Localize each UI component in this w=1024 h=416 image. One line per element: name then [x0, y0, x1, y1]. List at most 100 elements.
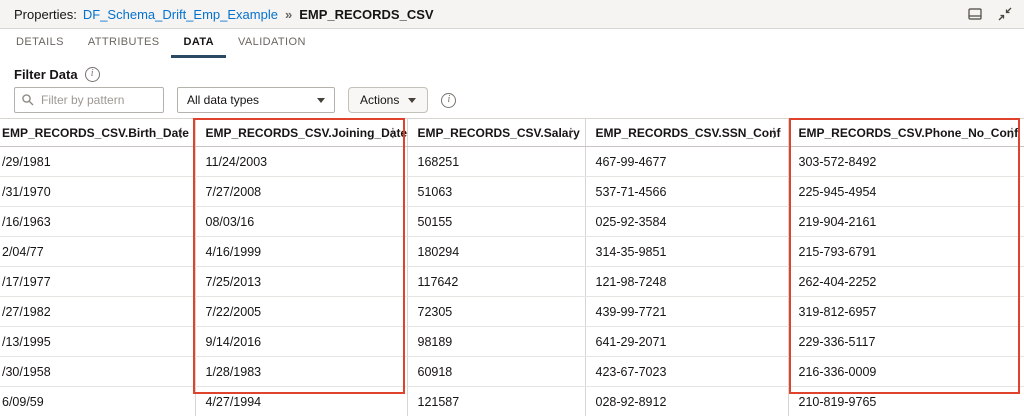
table-cell: /17/1977	[0, 267, 195, 297]
table-row: 6/09/594/27/1994121587028-92-8912210-819…	[0, 387, 1024, 416]
table-row: /16/196308/03/1650155025-92-3584219-904-…	[0, 207, 1024, 237]
filter-controls: All data types Actions i	[0, 87, 1024, 113]
table-row: 2/04/774/16/1999180294314-35-9851215-793…	[0, 237, 1024, 267]
data-type-select[interactable]: All data types	[177, 87, 335, 113]
table-cell: 51063	[407, 177, 585, 207]
table-cell: 439-99-7721	[585, 297, 788, 327]
filter-section-header: Filter Data i	[0, 58, 1024, 87]
actions-info-icon[interactable]: i	[441, 93, 456, 108]
column-menu-icon[interactable]: ⋮	[173, 125, 190, 141]
table-cell: 50155	[407, 207, 585, 237]
column-header: EMP_RECORDS_CSV.Salary⋮	[407, 119, 585, 147]
actions-button-label: Actions	[360, 93, 399, 107]
chevron-down-icon	[408, 98, 416, 103]
table-cell: 219-904-2161	[788, 207, 1024, 237]
column-header-label: EMP_RECORDS_CSV.Birth_Date	[2, 126, 189, 140]
data-type-selected-value: All data types	[187, 93, 259, 107]
tab-validation[interactable]: VALIDATION	[226, 29, 318, 58]
column-header: EMP_RECORDS_CSV.Phone_No_Conf⋮	[788, 119, 1024, 147]
column-header: EMP_RECORDS_CSV.Joining_Date⋮	[195, 119, 407, 147]
dock-panel-icon[interactable]	[966, 5, 984, 23]
tab-attributes[interactable]: ATTRIBUTES	[76, 29, 172, 58]
table-cell: 210-819-9765	[788, 387, 1024, 416]
table-cell: 303-572-8492	[788, 147, 1024, 177]
table-cell: 2/04/77	[0, 237, 195, 267]
actions-button[interactable]: Actions	[348, 87, 428, 113]
table-cell: 319-812-6957	[788, 297, 1024, 327]
table-cell: 028-92-8912	[585, 387, 788, 416]
table-cell: 98189	[407, 327, 585, 357]
table-cell: 60918	[407, 357, 585, 387]
table-cell: 423-67-7023	[585, 357, 788, 387]
column-header-label: EMP_RECORDS_CSV.SSN_Conf	[596, 126, 781, 140]
filter-pattern-box	[14, 87, 164, 113]
table-cell: 4/16/1999	[195, 237, 407, 267]
table-cell: 262-404-2252	[788, 267, 1024, 297]
table-row: /30/19581/28/198360918423-67-7023216-336…	[0, 357, 1024, 387]
table-row: /27/19827/22/200572305439-99-7721319-812…	[0, 297, 1024, 327]
table-cell: 229-336-5117	[788, 327, 1024, 357]
table-cell: 180294	[407, 237, 585, 267]
table-row: /29/198111/24/2003168251467-99-4677303-5…	[0, 147, 1024, 177]
table-cell: 121587	[407, 387, 585, 416]
table-cell: 6/09/59	[0, 387, 195, 416]
tab-details[interactable]: DETAILS	[4, 29, 76, 58]
table-cell: 72305	[407, 297, 585, 327]
table-row: /31/19707/27/200851063537-71-4566225-945…	[0, 177, 1024, 207]
search-icon	[21, 93, 35, 107]
tab-data[interactable]: DATA	[171, 29, 226, 58]
filter-data-info-icon[interactable]: i	[85, 67, 100, 82]
tab-validation-label: VALIDATION	[238, 36, 306, 48]
table-cell: 025-92-3584	[585, 207, 788, 237]
table-cell: 215-793-6791	[788, 237, 1024, 267]
table-cell: 467-99-4677	[585, 147, 788, 177]
tab-data-label: DATA	[183, 36, 214, 48]
column-header-label: EMP_RECORDS_CSV.Phone_No_Conf	[799, 126, 1019, 140]
table-cell: 225-945-4954	[788, 177, 1024, 207]
table-row: /13/19959/14/201698189641-29-2071229-336…	[0, 327, 1024, 357]
properties-label: Properties:	[14, 7, 77, 22]
table-cell: 537-71-4566	[585, 177, 788, 207]
tab-attributes-label: ATTRIBUTES	[88, 36, 160, 48]
table-cell: /31/1970	[0, 177, 195, 207]
column-header-label: EMP_RECORDS_CSV.Joining_Date	[206, 126, 408, 140]
column-header: EMP_RECORDS_CSV.Birth_Date⋮	[0, 119, 195, 147]
column-menu-icon[interactable]: ⋮	[563, 125, 580, 141]
chevron-down-icon	[317, 98, 325, 103]
table-cell: 7/27/2008	[195, 177, 407, 207]
table-cell: 168251	[407, 147, 585, 177]
table-cell: 216-336-0009	[788, 357, 1024, 387]
table-cell: 641-29-2071	[585, 327, 788, 357]
table-cell: 314-35-9851	[585, 237, 788, 267]
tab-details-label: DETAILS	[16, 36, 64, 48]
table-cell: 7/22/2005	[195, 297, 407, 327]
collapse-panel-icon[interactable]	[996, 5, 1014, 23]
table-cell: 4/27/1994	[195, 387, 407, 416]
table-cell: 121-98-7248	[585, 267, 788, 297]
table-cell: /30/1958	[0, 357, 195, 387]
breadcrumb-separator: »	[285, 7, 292, 22]
table-cell: 11/24/2003	[195, 147, 407, 177]
table-cell: 7/25/2013	[195, 267, 407, 297]
panel-header: Properties: DF_Schema_Drift_Emp_Example …	[0, 0, 1024, 29]
table-header-row: EMP_RECORDS_CSV.Birth_Date⋮EMP_RECORDS_C…	[0, 119, 1024, 147]
table-cell: 9/14/2016	[195, 327, 407, 357]
column-menu-icon[interactable]: ⋮	[766, 125, 783, 141]
table-cell: 08/03/16	[195, 207, 407, 237]
column-menu-icon[interactable]: ⋮	[385, 125, 402, 141]
data-flow-breadcrumb-link[interactable]: DF_Schema_Drift_Emp_Example	[83, 7, 278, 22]
filter-pattern-input[interactable]	[15, 88, 163, 112]
table-cell: 1/28/1983	[195, 357, 407, 387]
entity-name: EMP_RECORDS_CSV	[299, 7, 433, 22]
properties-panel: Properties: DF_Schema_Drift_Emp_Example …	[0, 0, 1024, 416]
table-row: /17/19777/25/2013117642121-98-7248262-40…	[0, 267, 1024, 297]
table-cell: /27/1982	[0, 297, 195, 327]
table-cell: 117642	[407, 267, 585, 297]
table-cell: /13/1995	[0, 327, 195, 357]
table-body: /29/198111/24/2003168251467-99-4677303-5…	[0, 147, 1024, 416]
tab-bar: DETAILS ATTRIBUTES DATA VALIDATION	[0, 29, 1024, 58]
column-menu-icon[interactable]: ⋮	[1004, 125, 1021, 141]
table-cell: /16/1963	[0, 207, 195, 237]
data-preview-table-wrap: EMP_RECORDS_CSV.Birth_Date⋮EMP_RECORDS_C…	[0, 118, 1024, 416]
data-preview-table: EMP_RECORDS_CSV.Birth_Date⋮EMP_RECORDS_C…	[0, 118, 1024, 416]
